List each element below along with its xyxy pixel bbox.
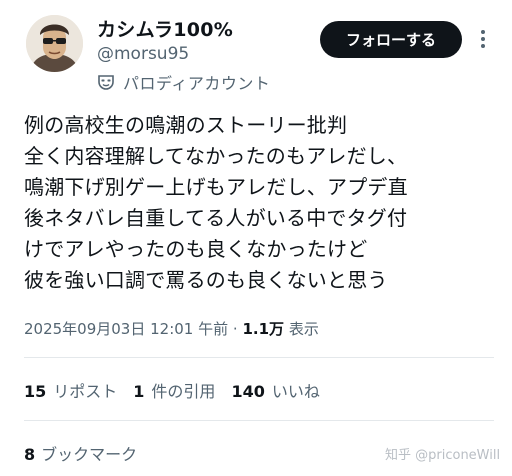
likes-count: 140 <box>231 382 265 401</box>
reposts-label: リポスト <box>53 382 118 401</box>
quotes-stat[interactable]: 1 件の引用 <box>133 378 215 402</box>
tweet-text-line: けでアレやったのも良くなかったけど <box>24 237 368 261</box>
user-handle[interactable]: @morsu95 <box>97 44 189 64</box>
views-count: 1.1万 <box>242 320 285 338</box>
follow-button[interactable]: フォローする <box>320 21 462 58</box>
meta-separator: · <box>232 320 238 338</box>
more-vertical-icon[interactable] <box>476 26 490 52</box>
divider <box>24 357 494 358</box>
avatar-illustration <box>26 15 83 72</box>
reposts-stat[interactable]: 15 リポスト <box>24 378 117 402</box>
mask-icon <box>97 73 115 91</box>
quotes-label: 件の引用 <box>151 382 216 401</box>
views-label: 表示 <box>288 320 319 338</box>
bookmarks-stat[interactable]: 8 ブックマーク <box>24 441 137 465</box>
avatar[interactable] <box>26 15 83 72</box>
tweet-text-line: 例の高校生の鳴潮のストーリー批判 <box>24 113 348 137</box>
tweet-text-line: 鳴潮下げ別ゲー上げもアレだし、アプデ直 <box>24 175 408 199</box>
quotes-count: 1 <box>133 382 145 401</box>
reposts-count: 15 <box>24 382 47 401</box>
display-name[interactable]: カシムラ100% <box>97 15 233 42</box>
tweet-text-line: 全く内容理解してなかったのもアレだし、 <box>24 144 408 168</box>
bookmarks-label: ブックマーク <box>41 445 138 464</box>
likes-label: いいね <box>271 382 320 401</box>
divider <box>24 420 494 421</box>
tweet-text-line: 後ネタバレ自重してる人がいる中でタグ付 <box>24 206 408 230</box>
bookmarks-count: 8 <box>24 445 36 464</box>
watermark: 知乎 @priconeWill <box>385 448 501 463</box>
engagement-stats: 15 リポスト 1 件の引用 140 いいね <box>24 378 336 402</box>
tweet-text-line: 彼を強い口調で罵るのも良くないと思う <box>24 268 388 292</box>
timestamp[interactable]: 2025年09月03日 12:01 午前 <box>24 320 228 338</box>
parody-label: パロディアカウント <box>123 74 271 93</box>
tweet-meta: 2025年09月03日 12:01 午前 · 1.1万 表示 <box>24 318 319 339</box>
parody-account-badge: パロディアカウント <box>97 70 270 94</box>
tweet-text: 例の高校生の鳴潮のストーリー批判 全く内容理解してなかったのもアレだし、 鳴潮下… <box>24 110 494 296</box>
likes-stat[interactable]: 140 いいね <box>231 378 319 402</box>
